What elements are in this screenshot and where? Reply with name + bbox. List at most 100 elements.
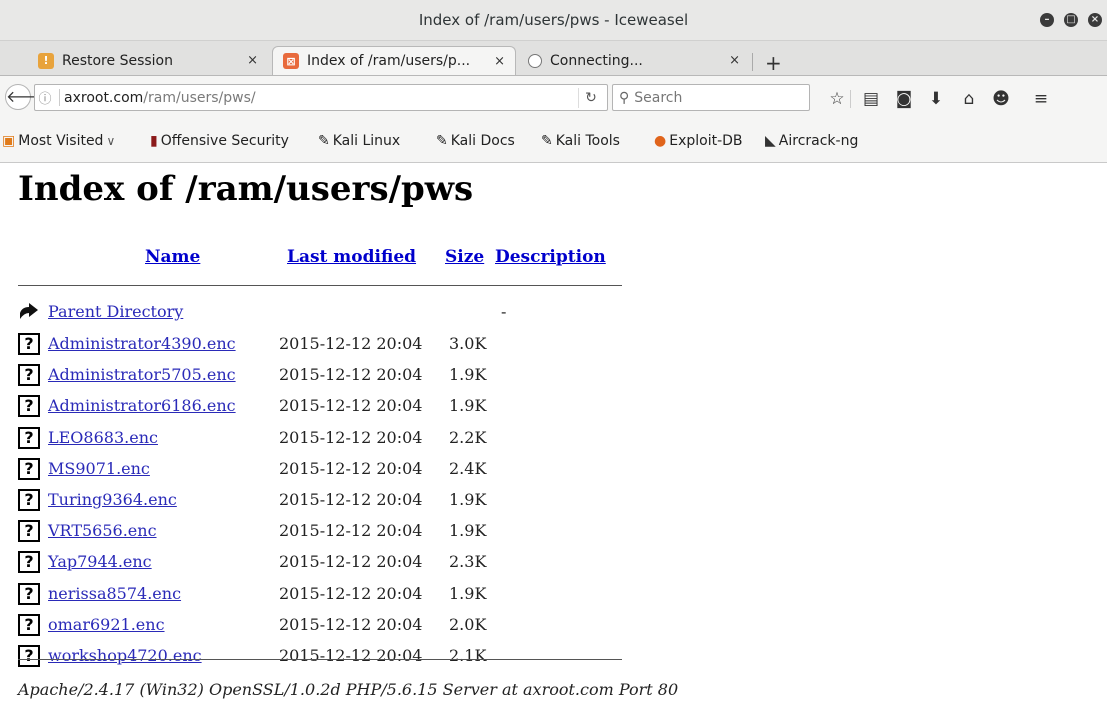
bookmarks-menu-icon[interactable]: ▤ <box>860 88 882 110</box>
tab-label: Connecting... <box>550 52 643 69</box>
bookmark-kali-tools[interactable]: ✎ Kali Tools <box>541 133 620 149</box>
file-link[interactable]: Turing9364.enc <box>48 490 177 509</box>
tab-connecting[interactable]: Connecting... × <box>518 46 750 75</box>
file-row: ? omar6921.enc 2015-12-12 20:04 2.0K <box>18 613 622 637</box>
bookmark-label: Most Visited <box>18 133 104 149</box>
file-date: 2015-12-12 20:04 <box>279 490 423 509</box>
tab-label: Restore Session <box>62 52 173 69</box>
file-link[interactable]: workshop4720.enc <box>48 646 202 665</box>
unknown-file-icon: ? <box>18 395 40 418</box>
file-date: 2015-12-12 20:04 <box>279 458 423 478</box>
file-row: ? workshop4720.enc 2015-12-12 20:04 2.1K <box>18 644 622 668</box>
file-link[interactable]: nerissa8574.enc <box>48 584 181 603</box>
search-icon: ⚲ <box>619 89 630 106</box>
close-tab-icon[interactable]: × <box>729 53 740 68</box>
file-date: 2015-12-12 20:04 <box>279 521 423 541</box>
kali-icon: ✎ <box>541 133 553 149</box>
unknown-file-icon: ? <box>18 364 40 387</box>
tab-restore-session[interactable]: ! Restore Session × <box>28 46 268 75</box>
sort-by-description-link[interactable]: Description <box>495 247 606 267</box>
window-titlebar: Index of /ram/users/pws - Iceweasel – □ … <box>0 0 1107 41</box>
file-row: ? nerissa8574.enc 2015-12-12 20:04 1.9K <box>18 582 622 606</box>
most-visited-icon: ▣ <box>2 133 16 149</box>
file-size: 2.3K <box>449 552 487 572</box>
unknown-file-icon: ? <box>18 520 40 543</box>
page-icon: ⊠ <box>283 53 299 69</box>
reload-icon[interactable]: ↻ <box>578 88 603 108</box>
unknown-file-icon: ? <box>18 457 40 480</box>
bookmark-star-icon[interactable]: ☆ <box>826 88 848 110</box>
site-info-icon[interactable]: ⓘ <box>35 88 55 107</box>
file-size: 2.1K <box>449 646 487 665</box>
home-icon[interactable]: ⌂ <box>958 88 980 110</box>
parent-directory-row: Parent Directory - <box>18 300 622 324</box>
file-date: 2015-12-12 20:04 <box>279 614 423 634</box>
file-link[interactable]: LEO8683.enc <box>48 428 158 447</box>
bookmark-aircrack-ng[interactable]: ◣ Aircrack-ng <box>765 133 858 149</box>
file-link[interactable]: Administrator4390.enc <box>48 334 236 353</box>
bookmarks-bar: ▣ Most Visited ∨ ▮ Offensive Security ✎ … <box>0 122 1107 163</box>
file-link[interactable]: MS9071.enc <box>48 459 150 478</box>
file-date: 2015-12-12 20:04 <box>279 365 423 385</box>
exploitdb-icon: ● <box>654 133 667 149</box>
new-tab-button[interactable]: + <box>765 51 782 75</box>
window-title: Index of /ram/users/pws - Iceweasel <box>418 11 689 29</box>
file-link[interactable]: Administrator6186.enc <box>48 396 236 415</box>
maximize-icon[interactable]: □ <box>1064 13 1078 27</box>
close-tab-icon[interactable]: × <box>247 53 258 68</box>
sort-by-size-link[interactable]: Size <box>445 247 484 267</box>
file-size: 2.2K <box>449 427 487 447</box>
file-link[interactable]: omar6921.enc <box>48 615 165 634</box>
bookmark-label: Kali Docs <box>450 133 515 149</box>
bookmark-exploit-db[interactable]: ● Exploit-DB <box>654 133 743 149</box>
back-button[interactable]: 🡐 <box>5 84 49 110</box>
close-window-icon[interactable]: × <box>1088 13 1102 27</box>
pocket-icon[interactable]: ◙ <box>893 88 915 110</box>
hello-icon[interactable]: ☻ <box>990 88 1012 110</box>
file-row: ? MS9071.enc 2015-12-12 20:04 2.4K <box>18 457 622 481</box>
file-link[interactable]: VRT5656.enc <box>48 521 157 540</box>
file-date: 2015-12-12 20:04 <box>279 646 423 665</box>
menu-icon[interactable]: ≡ <box>1030 88 1052 110</box>
minimize-icon[interactable]: – <box>1040 13 1054 27</box>
toolbar-divider <box>850 90 851 108</box>
bookmark-offensive-security[interactable]: ▮ Offensive Security <box>150 133 289 149</box>
restore-icon: ! <box>38 52 54 69</box>
file-size: 1.9K <box>449 365 487 385</box>
bookmark-label: Exploit-DB <box>669 133 743 149</box>
file-size: 3.0K <box>449 334 487 353</box>
file-size: 1.9K <box>449 490 487 509</box>
unknown-file-icon: ? <box>18 426 40 449</box>
bookmark-kali-docs[interactable]: ✎ Kali Docs <box>436 133 515 149</box>
sort-by-modified-link[interactable]: Last modified <box>287 247 416 267</box>
search-input[interactable]: ⚲ Search <box>612 84 810 111</box>
nav-bar: 🡐 ⓘ axroot.com/ram/users/pws/ ↻ ⚲ Search… <box>0 76 1107 122</box>
file-row: ? Administrator6186.enc 2015-12-12 20:04 1.… <box>18 394 622 418</box>
parent-directory-link[interactable]: Parent Directory <box>48 302 183 321</box>
close-tab-icon[interactable]: × <box>494 54 505 69</box>
url-bar[interactable]: ⓘ axroot.com/ram/users/pws/ ↻ <box>34 84 608 111</box>
downloads-icon[interactable]: ⬇ <box>925 88 947 110</box>
footer-divider <box>18 659 622 660</box>
bookmark-most-visited[interactable]: ▣ Most Visited ∨ <box>2 133 115 149</box>
file-row: ? LEO8683.enc 2015-12-12 20:04 2.2K <box>18 426 622 450</box>
bookmark-label: Offensive Security <box>160 133 289 149</box>
file-row: ? Administrator4390.enc 2015-12-12 20:04 3.… <box>18 332 622 356</box>
file-size: 2.4K <box>449 458 487 478</box>
sort-by-name-link[interactable]: Name <box>145 247 200 267</box>
unknown-file-icon: ? <box>18 551 40 574</box>
file-row: ? Turing9364.enc 2015-12-12 20:04 1.9K <box>18 488 622 512</box>
tab-strip: ! Restore Session × ⊠ Index of /ram/user… <box>0 41 1107 76</box>
kali-icon: ✎ <box>436 133 448 149</box>
bookmark-label: Kali Tools <box>555 133 620 149</box>
unknown-file-icon: ? <box>18 645 40 667</box>
unknown-file-icon: ? <box>18 489 40 511</box>
file-link[interactable]: Yap7944.enc <box>48 552 152 571</box>
parent-size: - <box>501 302 507 321</box>
tab-index-of[interactable]: ⊠ Index of /ram/users/p... × <box>272 46 516 75</box>
file-link[interactable]: Administrator5705.enc <box>48 365 236 384</box>
file-size: 1.9K <box>449 396 487 416</box>
bookmark-label: Aircrack-ng <box>778 133 859 149</box>
bookmark-kali-linux[interactable]: ✎ Kali Linux <box>318 133 400 149</box>
file-size: 1.9K <box>449 583 487 603</box>
